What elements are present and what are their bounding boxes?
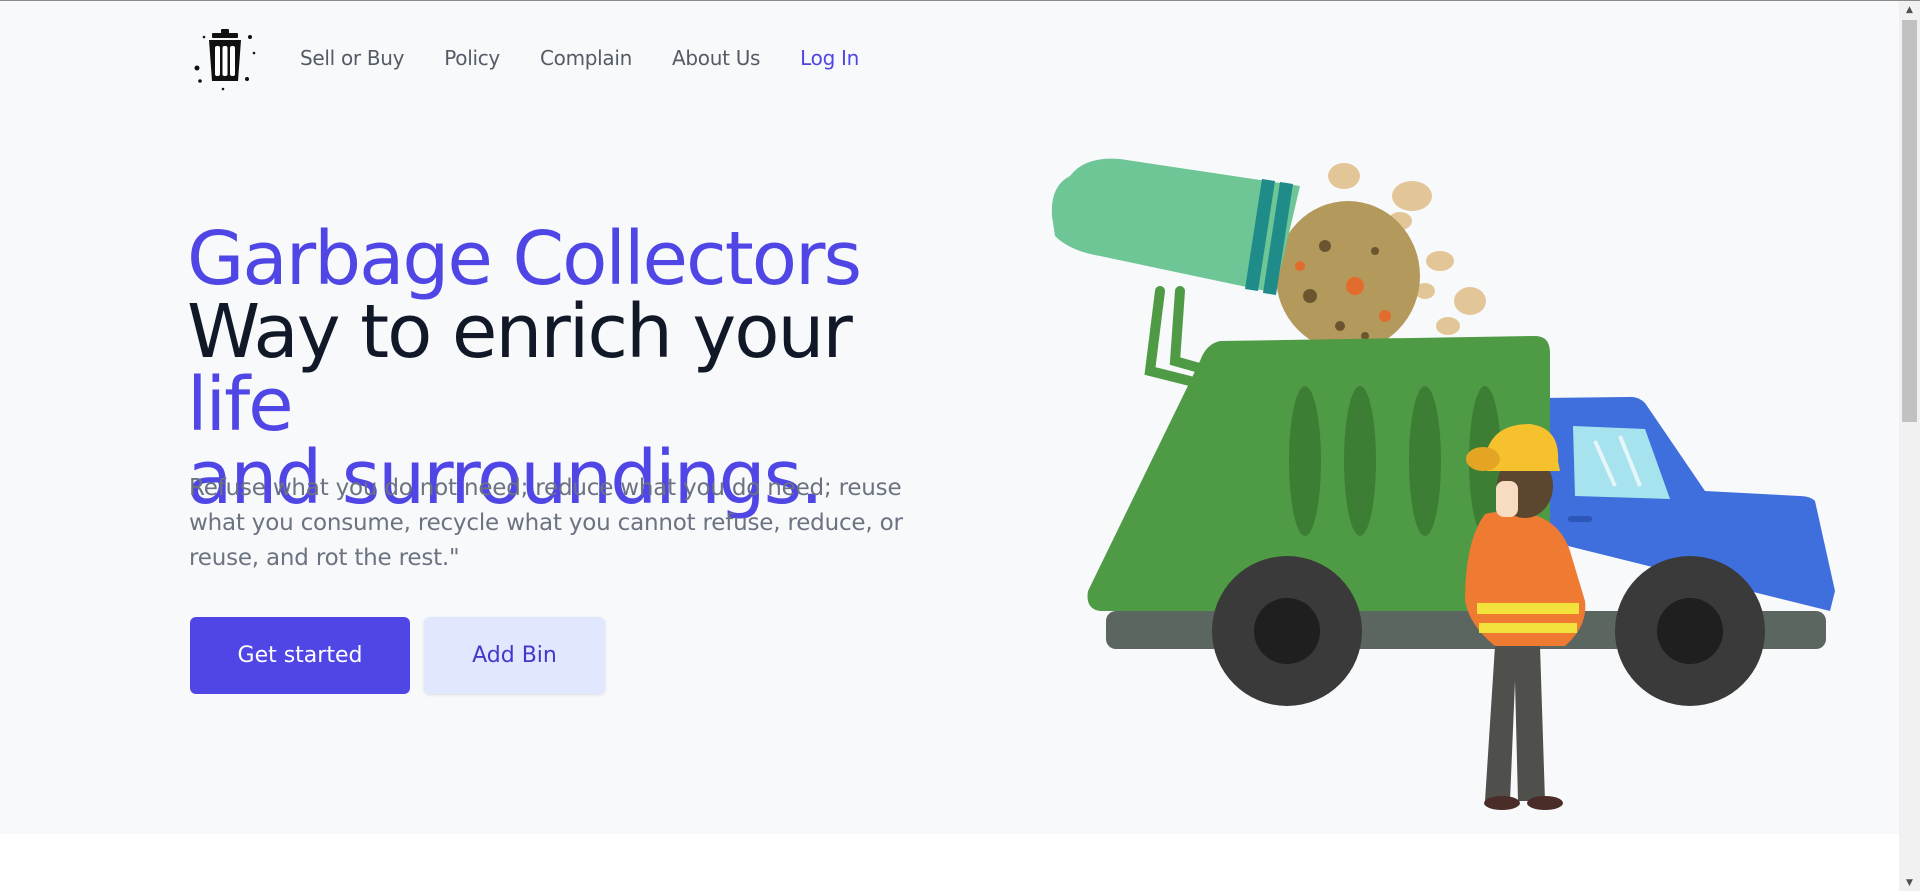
nav-link-sell-or-buy[interactable]: Sell or Buy	[300, 46, 405, 70]
scroll-up-arrow-icon[interactable]: ▲	[1899, 1, 1920, 18]
tipping-bin-icon	[1051, 158, 1300, 295]
vertical-scrollbar[interactable]: ▲ ▼	[1899, 1, 1920, 891]
garbage-pile-icon	[1276, 201, 1420, 351]
hero-subtext: Refuse what you do not need; reduce what…	[189, 475, 903, 571]
nav-links: Sell or Buy Policy Complain About Us Log…	[300, 46, 899, 70]
trash-bin-icon[interactable]	[190, 23, 260, 93]
top-nav: Sell or Buy Policy Complain About Us Log…	[190, 23, 899, 93]
nav-link-about-us[interactable]: About Us	[672, 46, 760, 70]
garbage-truck-illustration-icon	[1051, 158, 1835, 810]
scrollbar-thumb[interactable]	[1902, 20, 1917, 422]
nav-link-complain[interactable]: Complain	[540, 46, 632, 70]
page: Sell or Buy Policy Complain About Us Log…	[0, 1, 1899, 891]
scroll-down-arrow-icon[interactable]: ▼	[1899, 874, 1920, 891]
add-bin-button[interactable]: Add Bin	[424, 617, 605, 694]
hero-section: Sell or Buy Policy Complain About Us Log…	[0, 1, 1899, 834]
get-started-button[interactable]: Get started	[190, 617, 410, 694]
nav-link-policy[interactable]: Policy	[444, 46, 500, 70]
nav-link-login[interactable]: Log In	[800, 46, 859, 70]
